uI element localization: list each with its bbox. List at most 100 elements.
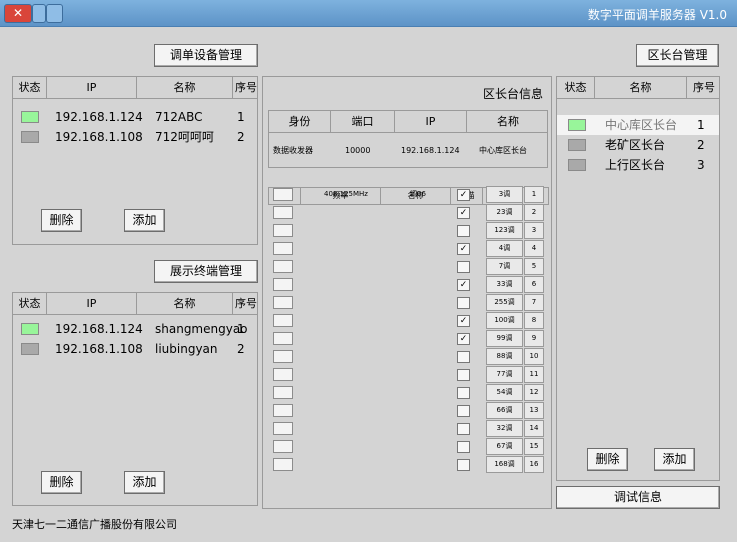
scan-checkbox[interactable]: ✓ [457, 315, 470, 327]
scan-checkbox[interactable]: ✓ [457, 279, 470, 291]
scan-checkbox[interactable]: ✓ [457, 243, 470, 255]
tune-order-button[interactable] [273, 404, 293, 417]
scan-checkbox[interactable] [457, 405, 470, 417]
scan-checkbox[interactable] [457, 387, 470, 399]
app-window: ✕ 数字平面调羊服务器 V1.0 调单设备管理 状态 IP 名称 序号 192.… [0, 0, 737, 542]
channel-row[interactable]: ✓ 4调 4 [267, 240, 549, 258]
tune-order-button[interactable] [273, 314, 293, 327]
channel-row[interactable]: 123调 3 [267, 222, 549, 240]
channel-tune-no: 123调 [486, 222, 523, 239]
row-no: 2 [237, 342, 245, 356]
channel-tune-no: 32调 [486, 420, 523, 437]
channel-no: 3 [524, 222, 544, 239]
channel-tune-no: 99调 [486, 330, 523, 347]
tune-order-button[interactable] [273, 422, 293, 435]
channel-row[interactable]: 408.125MHz 调06 ✓ 3调 1 [267, 186, 549, 204]
scan-checkbox[interactable] [457, 441, 470, 453]
display-management-button[interactable]: 展示终端管理 [154, 260, 258, 283]
channel-tune-no: 168调 [486, 456, 523, 473]
close-button[interactable]: ✕ [4, 4, 32, 23]
channel-row[interactable]: 66调 13 [267, 402, 549, 420]
channel-no: 1 [524, 186, 544, 203]
tune-order-button[interactable] [273, 206, 293, 219]
table-row[interactable]: 192.168.1.124 712ABC 1 [13, 107, 257, 127]
row-name: 712ABC [155, 110, 203, 124]
channel-row[interactable]: 88调 10 [267, 348, 549, 366]
table-row[interactable]: 192.168.1.108 712呵呵呵 2 [13, 127, 257, 147]
debug-info-button[interactable]: 调试信息 [556, 486, 720, 509]
channel-row[interactable]: 32调 14 [267, 420, 549, 438]
col-no: 序号 [235, 297, 257, 310]
channel-row[interactable]: 67调 15 [267, 438, 549, 456]
station-name: 中心库区长台 [479, 146, 527, 155]
channel-row[interactable]: 255调 7 [267, 294, 549, 312]
tune-order-button[interactable] [273, 188, 293, 201]
tuner-management-button[interactable]: 调单设备管理 [154, 44, 258, 67]
channel-row[interactable]: 77调 11 [267, 366, 549, 384]
scan-checkbox[interactable] [457, 261, 470, 273]
scan-checkbox[interactable]: ✓ [457, 207, 470, 219]
tune-order-button[interactable] [273, 458, 293, 471]
channel-no: 4 [524, 240, 544, 257]
channel-row[interactable]: ✓ 100调 8 [267, 312, 549, 330]
row-name: 上行区长台 [605, 158, 666, 172]
tuner-device-table: 状态 IP 名称 序号 192.168.1.124 712ABC 1 192.168.… [13, 77, 257, 147]
station-list-table: 状态 名称 序号 中心库区长台 1 老矿区长台 2 上行区长台 3 [557, 77, 719, 175]
tune-order-button[interactable] [273, 296, 293, 309]
channel-tune-no: 54调 [486, 384, 523, 401]
station-add-button[interactable]: 添加 [654, 448, 695, 471]
row-ip: 192.168.1.108 [55, 342, 143, 356]
scan-checkbox[interactable] [457, 351, 470, 363]
channel-row[interactable]: ✓ 99调 9 [267, 330, 549, 348]
scan-checkbox[interactable] [457, 297, 470, 309]
scan-checkbox[interactable] [457, 459, 470, 471]
tune-order-button[interactable] [273, 224, 293, 237]
tuner-delete-button[interactable]: 删除 [41, 209, 82, 232]
scan-checkbox[interactable]: ✓ [457, 333, 470, 345]
tune-order-button[interactable] [273, 350, 293, 363]
station-row[interactable]: 老矿区长台 2 [557, 135, 719, 155]
col-port: 端口 [331, 111, 395, 133]
scan-checkbox[interactable] [457, 225, 470, 237]
scan-checkbox[interactable] [457, 423, 470, 435]
channel-no: 13 [524, 402, 544, 419]
tune-order-button[interactable] [273, 332, 293, 345]
tuner-add-button[interactable]: 添加 [124, 209, 165, 232]
minimize-button[interactable] [46, 4, 63, 23]
channel-row[interactable]: ✓ 33调 6 [267, 276, 549, 294]
row-no: 2 [697, 138, 705, 152]
tune-order-button[interactable] [273, 386, 293, 399]
station-management-button[interactable]: 区长台管理 [636, 44, 719, 67]
row-no: 1 [237, 322, 245, 336]
tune-order-button[interactable] [273, 242, 293, 255]
tune-order-button[interactable] [273, 260, 293, 273]
col-name: 名称 [137, 293, 233, 315]
display-terminal-table: 状态 IP 名称 序号 192.168.1.124 shangmengyao 1 19… [13, 293, 257, 359]
channel-row[interactable]: 7调 5 [267, 258, 549, 276]
channel-row[interactable]: 168调 16 [267, 456, 549, 474]
tune-order-button[interactable] [273, 368, 293, 381]
channel-row[interactable]: 54调 12 [267, 384, 549, 402]
table-row[interactable]: 192.168.1.124 shangmengyao 1 [13, 319, 257, 339]
tune-order-button[interactable] [273, 278, 293, 291]
status-indicator [21, 111, 39, 123]
channel-tune-no: 67调 [486, 438, 523, 455]
row-name: 中心库区长台 [605, 118, 678, 132]
station-delete-button[interactable]: 删除 [587, 448, 628, 471]
scan-checkbox[interactable]: ✓ [457, 189, 470, 201]
tune-order-button[interactable] [273, 440, 293, 453]
col-status: 状态 [13, 293, 47, 315]
channel-tune-no: 3调 [486, 186, 523, 203]
scan-checkbox[interactable] [457, 369, 470, 381]
table-row[interactable]: 192.168.1.108 liubingyan 2 [13, 339, 257, 359]
row-no: 1 [697, 118, 705, 132]
station-row[interactable]: 上行区长台 3 [557, 155, 719, 175]
maximize-button[interactable] [32, 4, 46, 23]
display-terminal-panel: 状态 IP 名称 序号 192.168.1.124 shangmengyao 1 19… [12, 292, 258, 506]
row-ip: 192.168.1.124 [55, 322, 143, 336]
channel-frequency: 408.125MHz [324, 190, 368, 198]
channel-row[interactable]: ✓ 23调 2 [267, 204, 549, 222]
station-row[interactable]: 中心库区长台 1 [557, 115, 719, 135]
display-add-button[interactable]: 添加 [124, 471, 165, 494]
display-delete-button[interactable]: 删除 [41, 471, 82, 494]
